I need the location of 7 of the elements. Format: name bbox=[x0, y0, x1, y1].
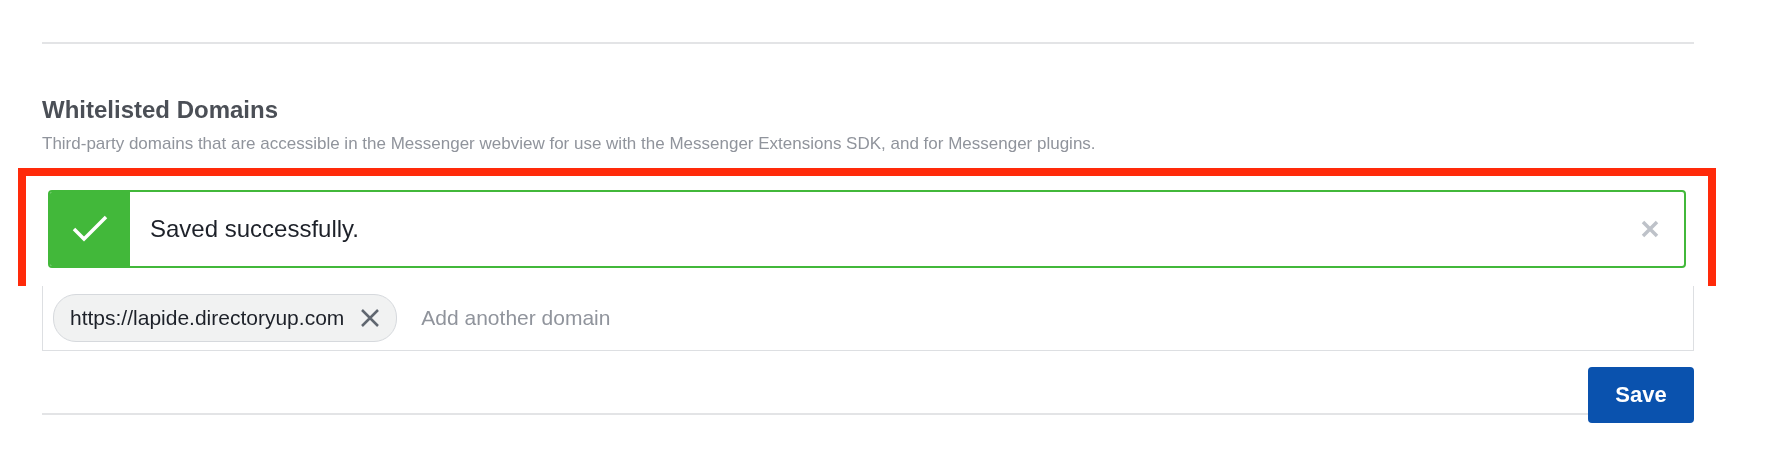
save-button[interactable]: Save bbox=[1588, 367, 1694, 423]
section-title: Whitelisted Domains bbox=[42, 96, 280, 124]
tag-label: https://lapide.directoryup.com bbox=[70, 306, 345, 330]
toast-message: Saved successfully. bbox=[149, 215, 360, 243]
section-description: Third-party domains that are accessible in the Messenger webview for use with the Messenger Extensions SDK, and for Messenger plugins. bbox=[42, 134, 1097, 154]
domain-field[interactable]: https://lapide.directoryup.com Add another domain bbox=[42, 286, 1694, 351]
remove-icon[interactable] bbox=[360, 308, 381, 328]
